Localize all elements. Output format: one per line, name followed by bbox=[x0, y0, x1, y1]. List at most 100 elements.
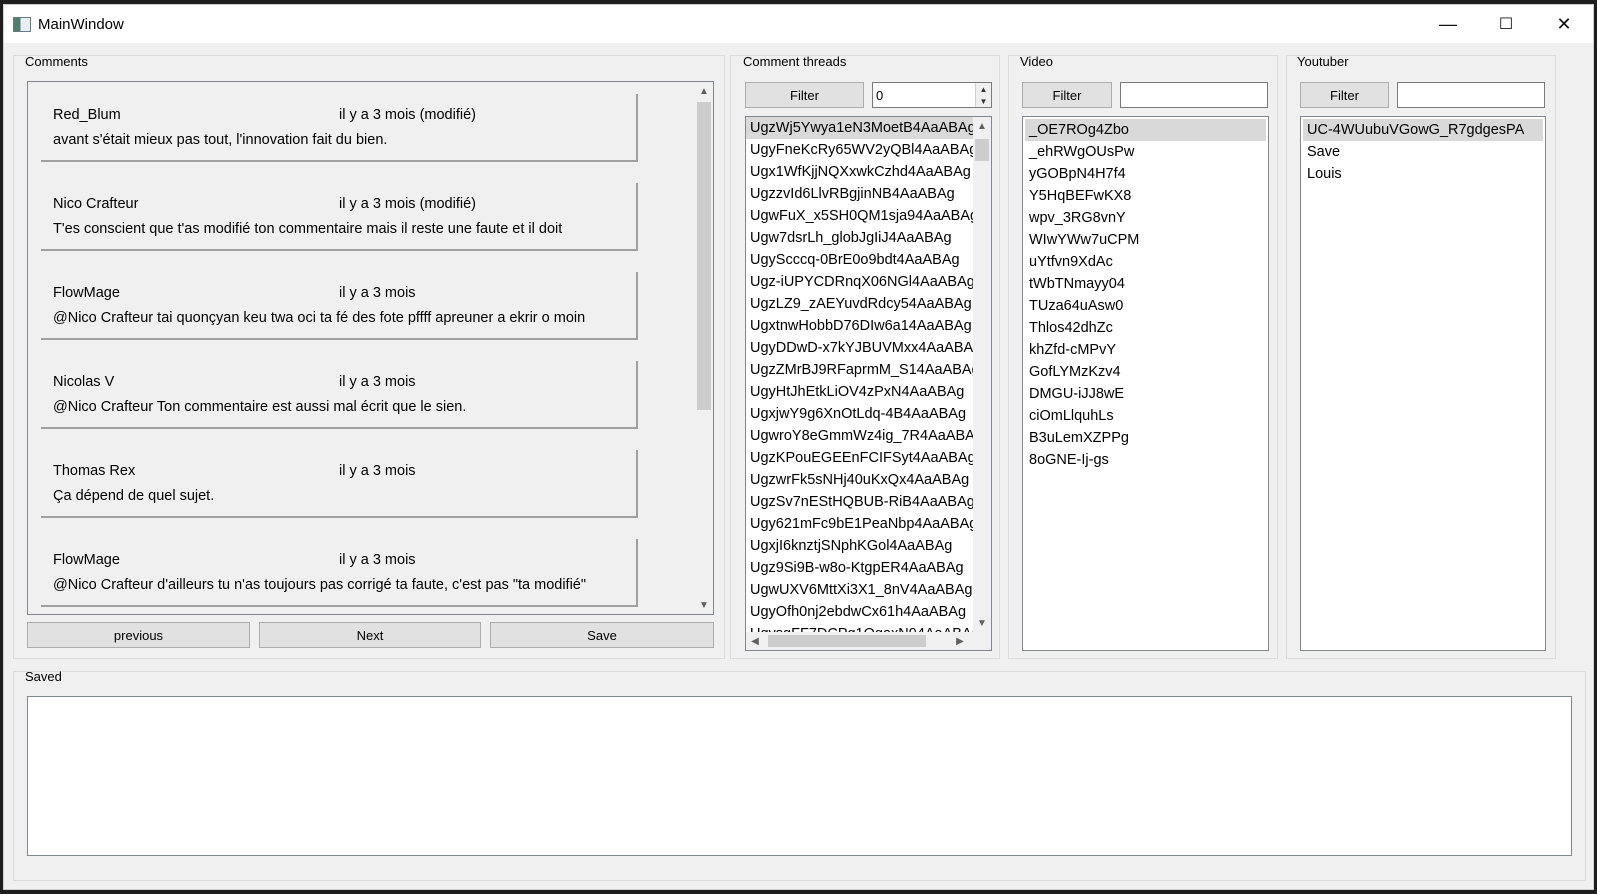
spin-down-icon[interactable]: ▼ bbox=[975, 95, 991, 107]
comments-scroll-thumb[interactable] bbox=[697, 102, 711, 410]
list-item[interactable]: 8oGNE-Ij-gs bbox=[1025, 449, 1266, 471]
comments-group-label: Comments bbox=[25, 54, 88, 69]
list-item[interactable]: uYtfvn9XdAc bbox=[1025, 251, 1266, 273]
comment-author: FlowMage bbox=[53, 285, 120, 301]
list-item[interactable]: UgwUXV6MttXi3X1_8nV4AaABAg bbox=[746, 579, 973, 601]
comment-text: Ça dépend de quel sujet. bbox=[53, 488, 215, 504]
threads-group-label: Comment threads bbox=[743, 54, 847, 69]
list-item[interactable]: Y5HqBEFwKX8 bbox=[1025, 185, 1266, 207]
list-item[interactable]: tWbTNmayy04 bbox=[1025, 273, 1266, 295]
threads-hscroll-thumb[interactable] bbox=[768, 635, 926, 647]
list-item[interactable]: Ugy621mFc9bE1PeaNbp4AaABAg bbox=[746, 513, 973, 535]
list-item[interactable]: UgwFuX_x5SH0QM1sja94AaABAg bbox=[746, 205, 973, 227]
comment-author: Thomas Rex bbox=[53, 463, 136, 479]
comment-author: FlowMage bbox=[53, 552, 120, 568]
comment-author: Nico Crafteur bbox=[53, 196, 139, 212]
threads-spinbox[interactable]: 0 ▲ ▼ bbox=[872, 82, 992, 108]
list-item[interactable]: UgzZMrBJ9RFaprmM_S14AaABAg bbox=[746, 359, 973, 381]
list-item[interactable]: khZfd-cMPvY bbox=[1025, 339, 1266, 361]
list-item[interactable]: yGOBpN4H7f4 bbox=[1025, 163, 1266, 185]
comment-card: FlowMage il y a 3 mois @Nico Crafteur ta… bbox=[41, 272, 638, 340]
list-item[interactable]: UgyOfh0nj2ebdwCx61h4AaABAg bbox=[746, 601, 973, 623]
comment-text: @Nico Crafteur tai quonçyan keu twa oci … bbox=[53, 310, 586, 326]
list-item[interactable]: _ehRWgOUsPw bbox=[1025, 141, 1266, 163]
comments-vertical-scrollbar[interactable]: ▲ ▼ bbox=[695, 82, 713, 614]
comments-scroll-area[interactable]: Red_Blum il y a 3 mois (modifié) avant s… bbox=[27, 81, 714, 615]
youtuber-filter-input[interactable] bbox=[1397, 82, 1545, 108]
list-item[interactable]: UgxjI6knztjSNphKGol4AaABAg bbox=[746, 535, 973, 557]
list-item[interactable]: UgzzvId6LlvRBgjinNB4AaABAg bbox=[746, 183, 973, 205]
youtuber-group-label: Youtuber bbox=[1297, 54, 1349, 69]
threads-list[interactable]: UgzWj5Ywya1eN3MoetB4AaABAg UgyFneKcRy65W… bbox=[745, 116, 992, 651]
list-item[interactable]: UgzSv7nEStHQBUB-RiB4AaABAg bbox=[746, 491, 973, 513]
list-item[interactable]: UgzwrFk5sNHj40uKxQx4AaABAg bbox=[746, 469, 973, 491]
list-item[interactable]: UgyScccq-0BrE0o9bdt4AaABAg bbox=[746, 249, 973, 271]
list-item[interactable]: UgxjwY9g6XnOtLdq-4B4AaABAg bbox=[746, 403, 973, 425]
scroll-right-icon[interactable]: ▶ bbox=[951, 632, 969, 650]
list-item[interactable]: UgyFneKcRy65WV2yQBl4AaABAg bbox=[746, 139, 973, 161]
comment-card: Nico Crafteur il y a 3 mois (modifié) T'… bbox=[41, 183, 638, 251]
scroll-up-icon[interactable]: ▲ bbox=[973, 117, 991, 135]
list-item[interactable]: UgysgFF7DCPg1OgaxN94AaABAg bbox=[746, 623, 973, 632]
video-group-label: Video bbox=[1020, 54, 1054, 69]
saved-group-label: Saved bbox=[25, 669, 62, 684]
list-item[interactable]: TUza64uAsw0 bbox=[1025, 295, 1266, 317]
scroll-down-icon[interactable]: ▼ bbox=[695, 596, 713, 614]
list-item[interactable]: WIwYWw7uCPM bbox=[1025, 229, 1266, 251]
list-item[interactable]: GofLYMzKzv4 bbox=[1025, 361, 1266, 383]
list-item[interactable]: Ugz9Si9B-w8o-KtgpER4AaABAg bbox=[746, 557, 973, 579]
list-item[interactable]: Ugw7dsrLh_globJgIiJ4AaABAg bbox=[746, 227, 973, 249]
comment-date: il y a 3 mois (modifié) bbox=[339, 196, 476, 212]
minimize-button[interactable]: — bbox=[1419, 5, 1477, 43]
list-item[interactable]: Ugx1WfKjjNQXxwkCzhd4AaABAg bbox=[746, 161, 973, 183]
maximize-button[interactable]: ☐ bbox=[1477, 5, 1535, 43]
list-item[interactable]: B3uLemXZPPg bbox=[1025, 427, 1266, 449]
threads-vertical-scrollbar[interactable]: ▲ ▼ bbox=[973, 117, 991, 632]
video-filter-input[interactable] bbox=[1120, 82, 1268, 108]
list-item[interactable]: UgyDDwD-x7kYJBUVMxx4AaABAg bbox=[746, 337, 973, 359]
list-item[interactable]: UgzWj5Ywya1eN3MoetB4AaABAg bbox=[746, 117, 973, 139]
youtuber-list[interactable]: UC-4WUubuVGowG_R7gdgesPA Save Louis bbox=[1300, 116, 1546, 651]
list-item[interactable]: UgzLZ9_zAEYuvdRdcy54AaABAg bbox=[746, 293, 973, 315]
scroll-left-icon[interactable]: ◀ bbox=[746, 632, 764, 650]
list-item[interactable]: UgxtnwHobbD76DIw6a14AaABAg bbox=[746, 315, 973, 337]
threads-horizontal-scrollbar[interactable]: ◀ ▶ bbox=[746, 632, 991, 650]
list-item[interactable]: wpv_3RG8vnY bbox=[1025, 207, 1266, 229]
previous-button[interactable]: previous bbox=[27, 622, 250, 648]
scroll-up-icon[interactable]: ▲ bbox=[695, 82, 713, 100]
close-button[interactable]: ✕ bbox=[1535, 5, 1593, 43]
comment-card: FlowMage il y a 3 mois @Nico Crafteur d'… bbox=[41, 539, 638, 607]
scroll-down-icon[interactable]: ▼ bbox=[973, 614, 991, 632]
list-item[interactable]: UgwroY8eGmmWz4ig_7R4AaABAg bbox=[746, 425, 973, 447]
spin-up-icon[interactable]: ▲ bbox=[975, 83, 991, 95]
next-button[interactable]: Next bbox=[259, 622, 481, 648]
comment-date: il y a 3 mois bbox=[339, 374, 416, 390]
video-filter-button[interactable]: Filter bbox=[1022, 82, 1112, 108]
comment-text: @Nico Crafteur d'ailleurs tu n'as toujou… bbox=[53, 577, 587, 593]
list-item[interactable]: Thlos42dhZc bbox=[1025, 317, 1266, 339]
title-bar[interactable]: MainWindow — ☐ ✕ bbox=[4, 5, 1593, 43]
comment-author: Red_Blum bbox=[53, 107, 121, 123]
threads-filter-button[interactable]: Filter bbox=[745, 82, 864, 108]
comment-date: il y a 3 mois (modifié) bbox=[339, 107, 476, 123]
threads-vscroll-thumb[interactable] bbox=[975, 139, 989, 161]
list-item[interactable]: UgzKPouEGEEnFCIFSyt4AaABAg bbox=[746, 447, 973, 469]
list-item[interactable]: ciOmLlquhLs bbox=[1025, 405, 1266, 427]
list-item[interactable]: UgyHtJhEtkLiOV4zPxN4AaABAg bbox=[746, 381, 973, 403]
saved-text-area[interactable] bbox=[27, 696, 1572, 856]
list-item[interactable]: _OE7ROg4Zbo bbox=[1025, 119, 1266, 141]
comment-author: Nicolas V bbox=[53, 374, 115, 390]
main-window: MainWindow — ☐ ✕ Comments Red_Blum il y … bbox=[3, 4, 1594, 890]
list-item[interactable]: UC-4WUubuVGowG_R7gdgesPA bbox=[1303, 119, 1543, 141]
list-item[interactable]: Ugz-iUPYCDRnqX06NGl4AaABAg bbox=[746, 271, 973, 293]
comment-text: @Nico Crafteur Ton commentaire est aussi… bbox=[53, 399, 467, 415]
list-item[interactable]: Louis bbox=[1303, 163, 1543, 185]
youtuber-filter-button[interactable]: Filter bbox=[1300, 82, 1389, 108]
comment-text: T'es conscient que t'as modifié ton comm… bbox=[53, 221, 563, 237]
comment-date: il y a 3 mois bbox=[339, 552, 416, 568]
list-item[interactable]: DMGU-iJJ8wE bbox=[1025, 383, 1266, 405]
app-icon bbox=[13, 16, 31, 32]
list-item[interactable]: Save bbox=[1303, 141, 1543, 163]
save-button[interactable]: Save bbox=[490, 622, 714, 648]
video-list[interactable]: _OE7ROg4Zbo _ehRWgOUsPw yGOBpN4H7f4 Y5Hq… bbox=[1022, 116, 1269, 651]
